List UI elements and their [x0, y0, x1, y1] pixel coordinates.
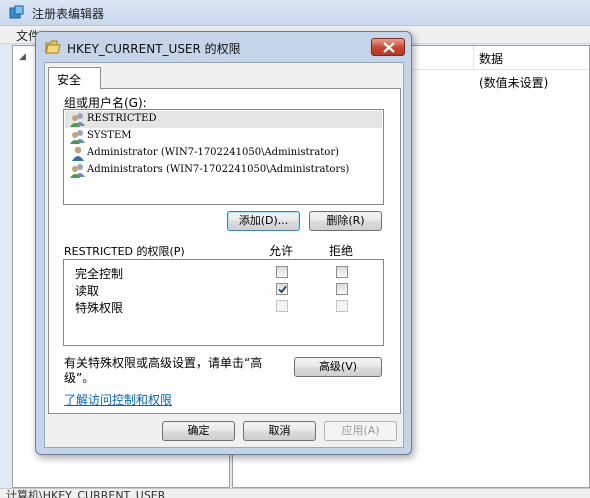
- status-bar: 计算机\HKEY_CURRENT_USER: [0, 488, 590, 498]
- apply-button: 应用(A): [324, 421, 397, 441]
- learn-access-control-link[interactable]: 了解访问控制和权限: [64, 391, 172, 408]
- checkmark-icon: [278, 285, 287, 294]
- deny-checkbox: [336, 300, 348, 312]
- permissions-table: 完全控制 读取 特殊权限: [63, 259, 384, 346]
- tab-security-label: 安全: [57, 73, 82, 87]
- user-row-restricted[interactable]: RESTRICTED: [65, 111, 382, 128]
- user-name: Administrator (WIN7-1702241050\Administr…: [87, 147, 340, 158]
- allow-checkbox[interactable]: [276, 283, 288, 295]
- permissions-label: RESTRICTED 的权限(P): [64, 245, 185, 258]
- folder-icon: [45, 40, 61, 54]
- users-group-icon: [70, 113, 85, 127]
- cancel-button[interactable]: 取消: [243, 421, 316, 441]
- dialog-titlebar[interactable]: HKEY_CURRENT_USER 的权限: [36, 32, 411, 62]
- deny-checkbox[interactable]: [336, 283, 348, 295]
- user-name: RESTRICTED: [87, 113, 157, 124]
- allow-checkbox[interactable]: [276, 266, 288, 278]
- column-header-data[interactable]: 数据: [479, 50, 503, 67]
- close-button[interactable]: [371, 38, 405, 56]
- user-row-administrator[interactable]: Administrator (WIN7-1702241050\Administr…: [65, 145, 382, 162]
- add-button[interactable]: 添加(D)...: [227, 211, 300, 231]
- registry-editor-titlebar: 注册表编辑器: [0, 0, 590, 26]
- dialog-title: HKEY_CURRENT_USER 的权限: [67, 42, 241, 56]
- user-name: SYSTEM: [87, 130, 132, 141]
- user-icon: [72, 146, 84, 161]
- user-listbox[interactable]: RESTRICTED SYSTEM Administrator (WIN7-17…: [63, 109, 384, 205]
- tab-security[interactable]: 安全: [48, 67, 101, 89]
- permission-row: 特殊权限: [64, 297, 383, 315]
- user-row-administrators[interactable]: Administrators (WIN7-1702241050\Administ…: [65, 162, 382, 179]
- advanced-button[interactable]: 高级(V): [294, 357, 382, 377]
- permission-row: 读取: [64, 280, 383, 298]
- users-group-icon: [70, 130, 85, 144]
- user-row-system[interactable]: SYSTEM: [65, 128, 382, 145]
- permission-row: 完全控制: [64, 263, 383, 281]
- registry-editor-icon: [9, 5, 24, 19]
- window-title: 注册表编辑器: [32, 7, 105, 21]
- advanced-note-line2: 级”。: [64, 371, 95, 385]
- permission-name: 特殊权限: [75, 301, 124, 315]
- user-name: Administrators (WIN7-1702241050\Administ…: [87, 164, 350, 175]
- list-cell-data[interactable]: (数值未设置): [479, 74, 548, 91]
- allow-checkbox: [276, 300, 288, 312]
- close-icon: [383, 42, 395, 53]
- allow-column-header: 允许: [269, 244, 294, 258]
- tree-expand-icon[interactable]: ◢: [19, 52, 26, 62]
- column-separator[interactable]: [473, 46, 474, 70]
- users-group-icon: [70, 164, 85, 178]
- deny-checkbox[interactable]: [336, 266, 348, 278]
- permissions-dialog: HKEY_CURRENT_USER 的权限 安全 组或用户名(G): RESTR…: [35, 31, 412, 455]
- remove-button[interactable]: 删除(R): [309, 211, 382, 231]
- ok-button[interactable]: 确定: [162, 421, 235, 441]
- deny-column-header: 拒绝: [329, 244, 354, 258]
- status-text: 计算机\HKEY_CURRENT_USER: [6, 489, 166, 498]
